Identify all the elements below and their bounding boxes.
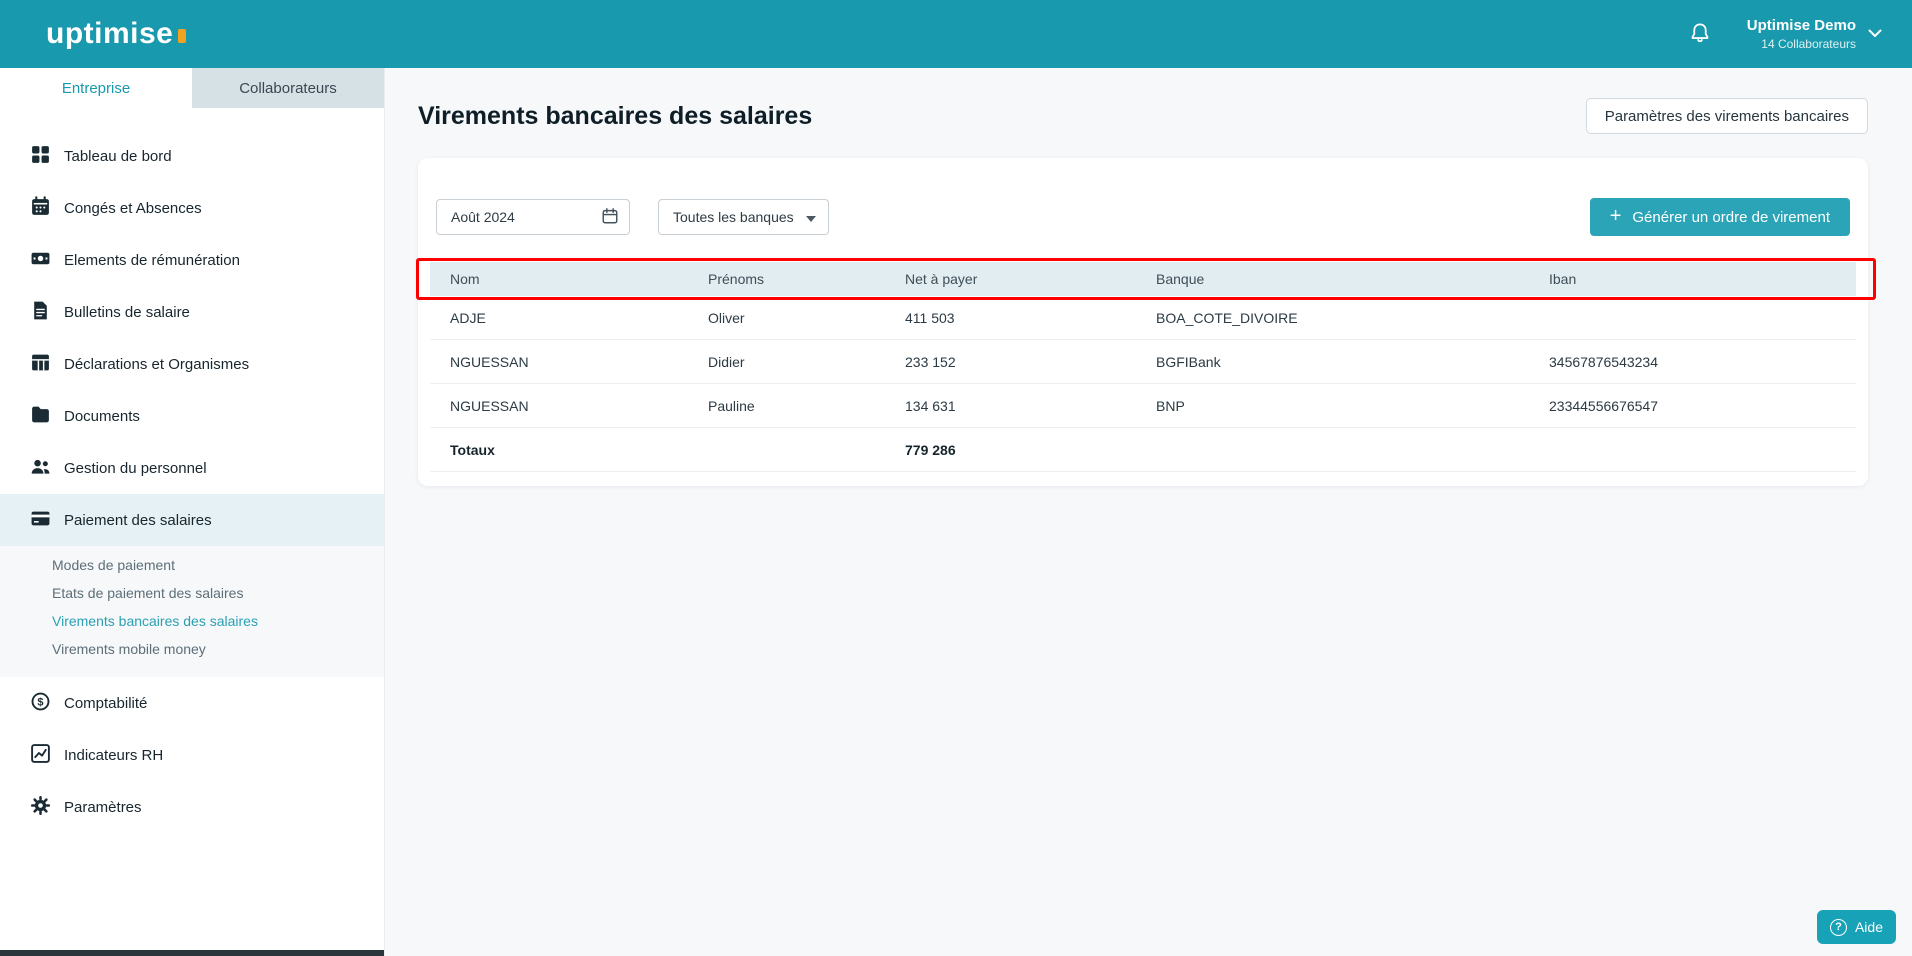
cell-prenoms: Oliver bbox=[708, 310, 905, 326]
sidebar-item-label: Gestion du personnel bbox=[64, 460, 207, 477]
sidebar-item-comptabilite[interactable]: $ Comptabilité bbox=[0, 677, 384, 729]
table-header-row: Nom Prénoms Net à payer Banque Iban bbox=[430, 262, 1856, 296]
main-content: Virements bancaires des salaires Paramèt… bbox=[384, 0, 1912, 486]
cell-net-a-payer: 233 152 bbox=[905, 354, 1156, 370]
cell-banque: BGFIBank bbox=[1156, 354, 1549, 370]
calendar-icon bbox=[30, 196, 51, 221]
sidebar-subitem-etats-de-paiement[interactable]: Etats de paiement des salaires bbox=[0, 579, 384, 607]
sidebar-subnav-paiement: Modes de paiement Etats de paiement des … bbox=[0, 546, 384, 677]
cell-prenoms: Didier bbox=[708, 354, 905, 370]
plus-icon: + bbox=[1610, 206, 1622, 226]
sidebar-item-label: Tableau de bord bbox=[64, 148, 172, 165]
sidebar-item-label: Paramètres bbox=[64, 799, 142, 816]
generate-virement-label: Générer un ordre de virement bbox=[1632, 209, 1830, 226]
virements-table: Nom Prénoms Net à payer Banque Iban ADJE… bbox=[430, 262, 1856, 472]
page-title: Virements bancaires des salaires bbox=[418, 102, 812, 131]
question-mark-icon: ? bbox=[1830, 919, 1847, 936]
cell-nom: NGUESSAN bbox=[450, 354, 708, 370]
user-subtitle: 14 Collaborateurs bbox=[1747, 37, 1856, 51]
column-header-prenoms: Prénoms bbox=[708, 271, 905, 287]
month-picker-value: Août 2024 bbox=[451, 209, 515, 225]
tab-collaborateurs[interactable]: Collaborateurs bbox=[192, 68, 384, 108]
sidebar-item-parametres[interactable]: Paramètres bbox=[0, 781, 384, 833]
help-button[interactable]: ? Aide bbox=[1817, 910, 1896, 944]
column-header-iban: Iban bbox=[1549, 271, 1856, 287]
generate-virement-button[interactable]: + Générer un ordre de virement bbox=[1590, 198, 1850, 236]
calendar-picker-icon bbox=[601, 207, 619, 228]
cell-net-a-payer: 411 503 bbox=[905, 310, 1156, 326]
sidebar-item-elements-remuneration[interactable]: Elements de rémunération bbox=[0, 234, 384, 286]
sidebar-item-bulletins-salaire[interactable]: Bulletins de salaire bbox=[0, 286, 384, 338]
sidebar-item-gestion-personnel[interactable]: Gestion du personnel bbox=[0, 442, 384, 494]
tab-entreprise[interactable]: Entreprise bbox=[0, 68, 192, 108]
dashboard-icon bbox=[30, 144, 51, 169]
sidebar-nav: Tableau de bord Congés et Absences Eleme… bbox=[0, 108, 384, 956]
caret-down-icon bbox=[806, 209, 816, 225]
cell-prenoms: Pauline bbox=[708, 398, 905, 414]
svg-text:$: $ bbox=[37, 696, 43, 708]
gear-icon bbox=[30, 795, 51, 820]
sidebar-item-indicateurs-rh[interactable]: Indicateurs RH bbox=[0, 729, 384, 781]
bank-filter-select[interactable]: Toutes les banques bbox=[658, 199, 829, 235]
notifications-button[interactable] bbox=[1689, 22, 1711, 47]
sidebar-group-paiement: Paiement des salaires Modes de paiement … bbox=[0, 494, 384, 677]
sidebar-item-label: Déclarations et Organismes bbox=[64, 356, 249, 373]
dollar-circle-icon: $ bbox=[30, 691, 51, 716]
cell-iban: 23344556676547 bbox=[1549, 398, 1856, 414]
sidebar-tabs: Entreprise Collaborateurs bbox=[0, 68, 384, 108]
help-label: Aide bbox=[1855, 919, 1883, 935]
table-row: NGUESSAN Didier 233 152 BGFIBank 3456787… bbox=[430, 340, 1856, 384]
column-header-net-a-payer: Net à payer bbox=[905, 271, 1156, 287]
sidebar-item-paiement-salaires[interactable]: Paiement des salaires bbox=[0, 494, 384, 546]
virement-settings-button[interactable]: Paramètres des virements bancaires bbox=[1586, 98, 1868, 134]
sidebar-item-documents[interactable]: Documents bbox=[0, 390, 384, 442]
sidebar-item-tableau-de-bord[interactable]: Tableau de bord bbox=[0, 130, 384, 182]
sidebar-horizontal-scrollbar[interactable] bbox=[0, 950, 384, 956]
sidebar-item-label: Indicateurs RH bbox=[64, 747, 163, 764]
totals-label: Totaux bbox=[450, 442, 708, 458]
bank-filter-value: Toutes les banques bbox=[673, 209, 794, 225]
payslip-icon bbox=[30, 300, 51, 325]
sidebar-item-label: Congés et Absences bbox=[64, 200, 202, 217]
virements-card: Août 2024 Toutes les banques + Générer u… bbox=[418, 158, 1868, 486]
chevron-down-icon bbox=[1868, 25, 1882, 43]
bell-icon bbox=[1689, 22, 1711, 47]
sidebar-subitem-modes-de-paiement[interactable]: Modes de paiement bbox=[0, 551, 384, 579]
sidebar-item-label: Comptabilité bbox=[64, 695, 147, 712]
totals-value: 779 286 bbox=[905, 442, 1156, 458]
sidebar-subitem-virements-mobile-money[interactable]: Virements mobile money bbox=[0, 635, 384, 663]
user-name: Uptimise Demo bbox=[1747, 17, 1856, 34]
sidebar: Entreprise Collaborateurs Tableau de bor… bbox=[0, 68, 384, 956]
chart-icon bbox=[30, 743, 51, 768]
sidebar-item-label: Elements de rémunération bbox=[64, 252, 240, 269]
cell-banque: BOA_COTE_DIVOIRE bbox=[1156, 310, 1549, 326]
sidebar-item-declarations-organismes[interactable]: Déclarations et Organismes bbox=[0, 338, 384, 390]
cell-nom: NGUESSAN bbox=[450, 398, 708, 414]
table-totals-row: Totaux 779 286 bbox=[430, 428, 1856, 472]
user-menu[interactable]: Uptimise Demo 14 Collaborateurs bbox=[1747, 17, 1882, 51]
sidebar-item-conges-absences[interactable]: Congés et Absences bbox=[0, 182, 384, 234]
cell-iban: 34567876543234 bbox=[1549, 354, 1856, 370]
topbar: uptimise Uptimise Demo 14 Collaborateurs bbox=[0, 0, 1912, 68]
sidebar-item-label: Bulletins de salaire bbox=[64, 304, 190, 321]
cell-nom: ADJE bbox=[450, 310, 708, 326]
cell-net-a-payer: 134 631 bbox=[905, 398, 1156, 414]
declarations-table-icon bbox=[30, 352, 51, 377]
month-picker-input[interactable]: Août 2024 bbox=[436, 199, 630, 235]
credit-card-icon bbox=[30, 508, 51, 533]
people-icon bbox=[30, 456, 51, 481]
sidebar-item-label: Paiement des salaires bbox=[64, 512, 212, 529]
app-logo: uptimise bbox=[46, 19, 186, 49]
column-header-banque: Banque bbox=[1156, 271, 1549, 287]
cell-banque: BNP bbox=[1156, 398, 1549, 414]
sidebar-item-label: Documents bbox=[64, 408, 140, 425]
logo-text: uptimise bbox=[46, 19, 173, 49]
table-row: ADJE Oliver 411 503 BOA_COTE_DIVOIRE bbox=[430, 296, 1856, 340]
banknote-icon bbox=[30, 248, 51, 273]
table-row: NGUESSAN Pauline 134 631 BNP 23344556676… bbox=[430, 384, 1856, 428]
folder-icon bbox=[30, 404, 51, 429]
column-header-nom: Nom bbox=[450, 271, 708, 287]
sidebar-subitem-virements-bancaires[interactable]: Virements bancaires des salaires bbox=[0, 607, 384, 635]
logo-accent-mark bbox=[178, 29, 186, 43]
